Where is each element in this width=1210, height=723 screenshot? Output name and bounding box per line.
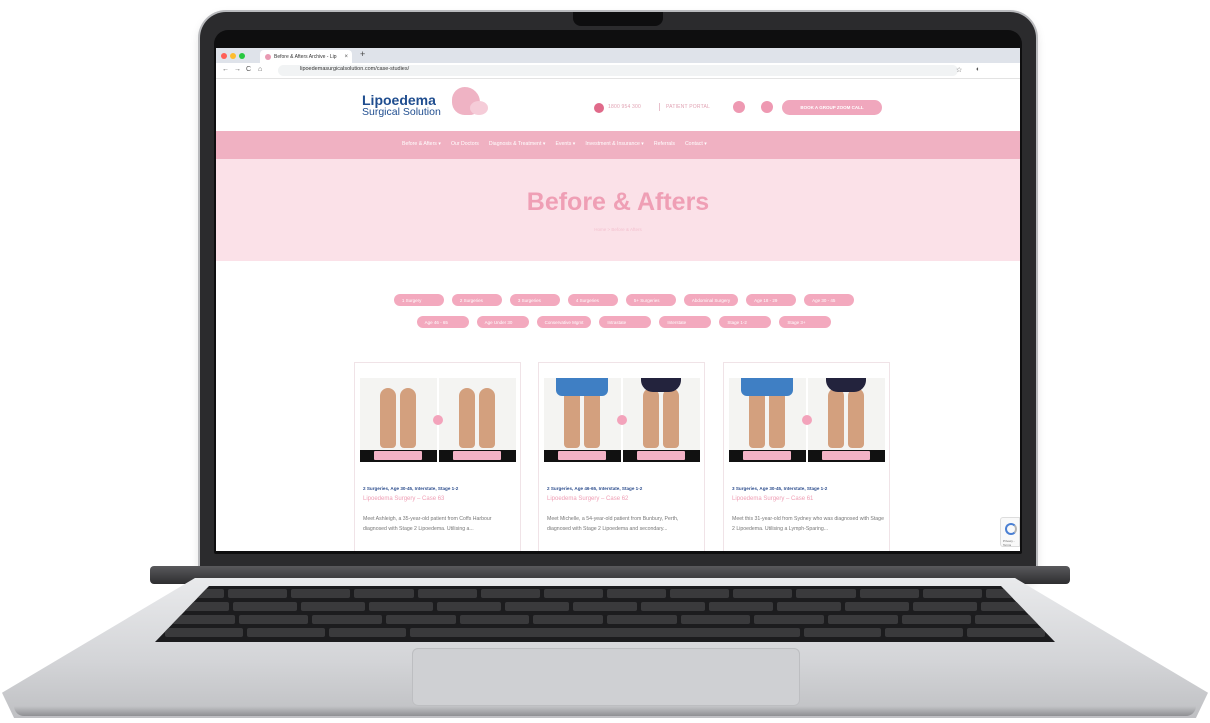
filter-abdominal-surgery[interactable]: Abdominal Surgery [683, 294, 739, 306]
before-after-image[interactable] [360, 378, 516, 462]
new-tab-button[interactable]: + [360, 49, 365, 59]
key-row [155, 602, 1055, 611]
case-card[interactable]: 2 Surgeries, Age 46-65, Interstate, Stag… [538, 362, 705, 551]
book-zoom-call-button[interactable]: BOOK A GROUP ZOOM CALL [782, 100, 882, 115]
phone-link[interactable]: 1800 954 300 [608, 104, 641, 110]
case-title-link[interactable]: Lipoedema Surgery – Case 61 [732, 496, 813, 502]
extensions-icon[interactable]: ◐ [976, 66, 980, 73]
logo-mark-accent [470, 101, 488, 115]
instagram-icon[interactable] [761, 101, 773, 113]
key-row [155, 615, 1055, 624]
page-title: Before & Afters [526, 188, 710, 216]
key-row [155, 589, 1055, 598]
recaptcha-label: Privacy - Terms [1003, 539, 1015, 547]
after-photo [623, 378, 700, 462]
logo-subtitle: Surgical Solution [362, 106, 441, 118]
filter-1-surgery[interactable]: 1 Surgery [393, 294, 444, 306]
filter-buttons: 1 Surgery 2 Surgeries 3 Surgeries 4 Surg… [364, 294, 884, 338]
home-icon[interactable]: ⌂ [258, 66, 262, 73]
nav-item-our-doctors[interactable]: Our Doctors [451, 141, 479, 147]
filter-intrastate[interactable]: Intrastate [599, 316, 652, 328]
breadcrumb[interactable]: Home > Before & Afters [216, 227, 1020, 232]
close-tab-icon[interactable]: × [344, 54, 352, 60]
browser-tab[interactable]: Before & Afters Archive - Lip × [260, 50, 352, 63]
filter-4-surgeries[interactable]: 4 Surgeries [567, 294, 618, 306]
heart-icon [617, 415, 627, 425]
header-divider [659, 103, 660, 111]
close-window-button[interactable] [221, 53, 227, 59]
recaptcha-icon [1005, 523, 1017, 535]
nav-item-diagnosis-treatment[interactable]: Diagnosis & Treatment ▾ [489, 141, 546, 147]
filter-stage-1-2[interactable]: Stage 1-2 [719, 316, 772, 328]
case-tags: 2 Surgeries, Age 46-65, Interstate, Stag… [547, 486, 643, 491]
nav-item-referrals[interactable]: Referrals [654, 141, 675, 147]
laptop-base-edge [14, 706, 1196, 716]
case-title-link[interactable]: Lipoedema Surgery – Case 63 [363, 496, 444, 502]
before-photo [544, 378, 621, 462]
filter-3-surgeries[interactable]: 3 Surgeries [509, 294, 560, 306]
phone-icon[interactable] [594, 103, 604, 113]
back-arrow-icon[interactable]: ← [222, 66, 229, 73]
recaptcha-badge[interactable]: Privacy - Terms [1000, 517, 1020, 547]
nav-item-contact[interactable]: Contact ▾ [685, 141, 707, 147]
filter-2-surgeries[interactable]: 2 Surgeries [451, 294, 502, 306]
heart-icon [433, 415, 443, 425]
filter-interstate[interactable]: Interstate [659, 316, 712, 328]
maximize-window-button[interactable] [239, 53, 245, 59]
before-photo [729, 378, 806, 462]
camera-notch [573, 12, 663, 26]
key-row [155, 628, 1055, 637]
site-header: Lipoedema Surgical Solution 1800 954 300… [216, 79, 1020, 131]
main-nav: Before & Afters ▾ Our Doctors Diagnosis … [216, 131, 1020, 159]
nav-item-before-afters[interactable]: Before & Afters ▾ [402, 141, 441, 147]
forward-arrow-icon[interactable]: → [234, 66, 241, 73]
nav-item-investment-insurance[interactable]: Investment & Insurance ▾ [585, 141, 644, 147]
url-text[interactable]: lipoedemasurgicalsolution.com/case-studi… [300, 66, 409, 72]
filter-5-plus-surgeries[interactable]: 5+ Surgeries [625, 294, 676, 306]
case-description: Meet Ashleigh, a 35-year-old patient fro… [363, 516, 492, 532]
site-logo[interactable]: Lipoedema Surgical Solution [362, 93, 441, 118]
case-description: Meet this 31-year-old from Sydney who wa… [732, 516, 884, 532]
case-card[interactable]: 2 Surgeries, Age 30-45, Interstate, Stag… [354, 362, 521, 551]
patient-portal-link[interactable]: PATIENT PORTAL [666, 104, 710, 110]
case-tags: 2 Surgeries, Age 30-45, Interstate, Stag… [363, 486, 459, 491]
case-card[interactable]: 3 Surgeries, Age 30-45, Interstate, Stag… [723, 362, 890, 551]
before-after-image[interactable] [729, 378, 885, 462]
filter-age-46-65[interactable]: Age 46 - 65 [416, 316, 469, 328]
tab-title: Before & Afters Archive - Lip [274, 53, 337, 60]
logo-title: Lipoedema [362, 92, 436, 108]
reload-icon[interactable]: C [246, 66, 251, 73]
before-after-image[interactable] [544, 378, 700, 462]
filter-age-18-29[interactable]: Age 18 - 29 [746, 294, 797, 306]
nav-item-events[interactable]: Events ▾ [555, 141, 575, 147]
filter-stage-3-plus[interactable]: Stage 3+ [779, 316, 832, 328]
heart-icon [802, 415, 812, 425]
trackpad [412, 648, 800, 706]
case-description: Meet Michelle, a 54-year-old patient fro… [547, 516, 679, 532]
bookmark-star-icon[interactable]: ☆ [956, 66, 962, 74]
hero-banner: Before & Afters Home > Before & Afters [216, 159, 1020, 261]
browser-tab-bar: Before & Afters Archive - Lip × + [216, 48, 1020, 63]
site-favicon-icon [265, 53, 271, 60]
filter-age-under-30[interactable]: Age Under 30 [476, 316, 529, 328]
case-title-link[interactable]: Lipoedema Surgery – Case 62 [547, 496, 628, 502]
after-photo [808, 378, 885, 462]
facebook-icon[interactable] [733, 101, 745, 113]
after-photo [439, 378, 516, 462]
before-photo [360, 378, 437, 462]
laptop-keyboard [155, 586, 1055, 642]
filter-age-30-45[interactable]: Age 30 - 45 [804, 294, 855, 306]
filter-conservative-mgmt[interactable]: Conservative Mgmt [536, 316, 592, 328]
minimize-window-button[interactable] [230, 53, 236, 59]
screen: Before & Afters Archive - Lip × + ← → C … [216, 48, 1020, 551]
browser-toolbar: ← → C ⌂ lipoedemasurgicalsolution.com/ca… [216, 63, 1020, 79]
case-tags: 3 Surgeries, Age 30-45, Interstate, Stag… [732, 486, 828, 491]
